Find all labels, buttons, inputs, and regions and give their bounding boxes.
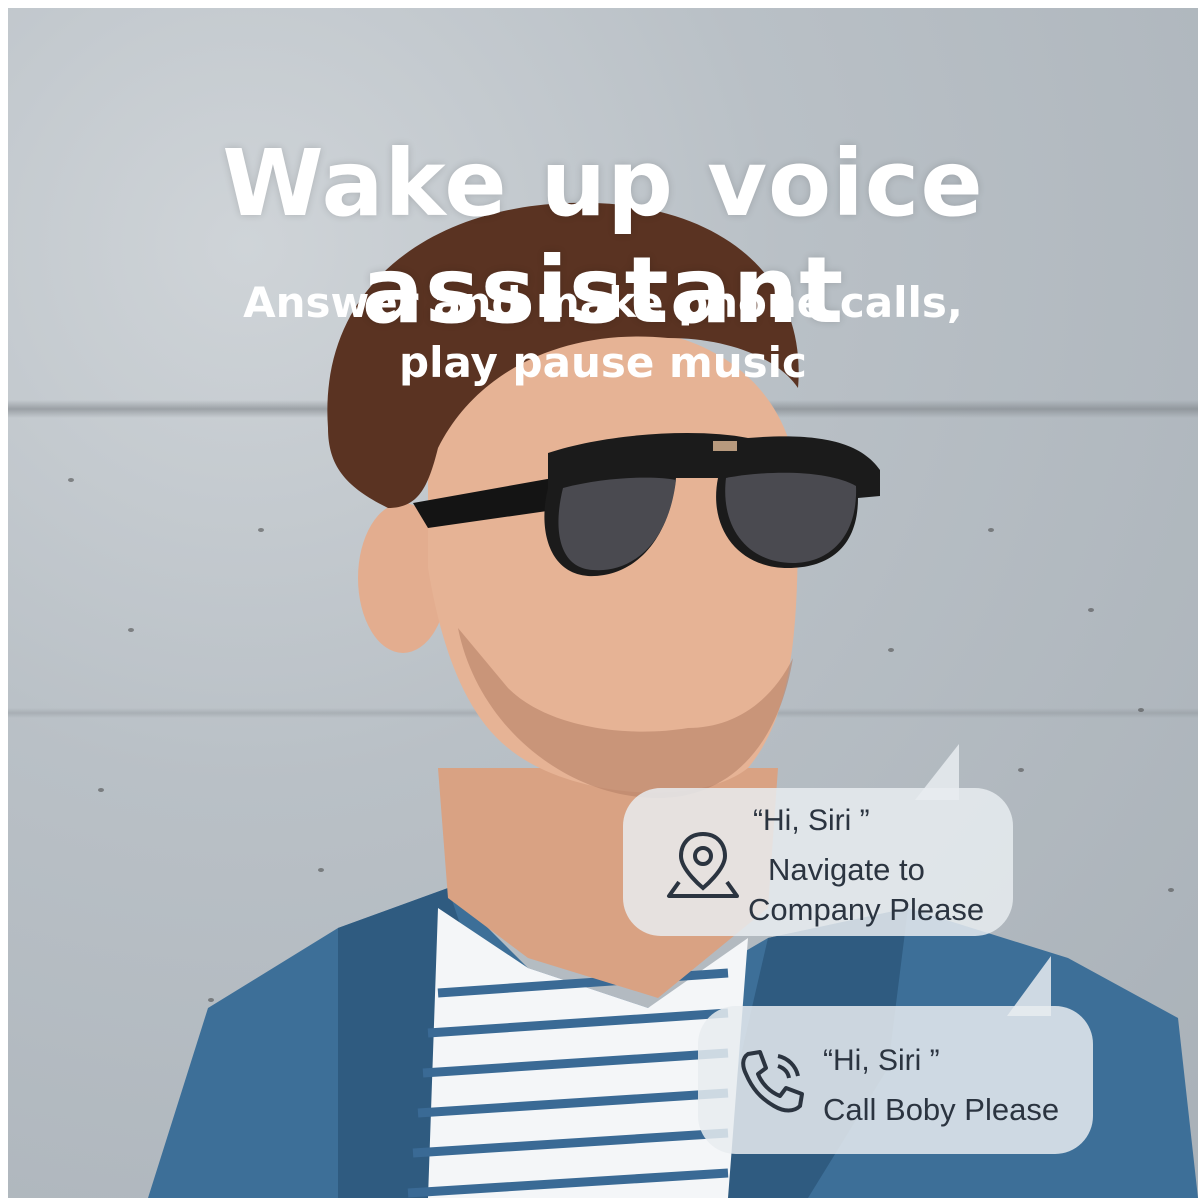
bubble-2-quote: “Hi, Siri ” xyxy=(823,1044,940,1077)
bubble-2-line-1: Call Boby Please xyxy=(823,1092,1060,1127)
product-photo: Wake up voice assistant Answer and make … xyxy=(8,8,1198,1198)
bubble-1-line-2: Company Please xyxy=(748,892,985,927)
subheadline-line-1: Answer and make phone calls, xyxy=(243,278,963,327)
location-pin-icon xyxy=(667,831,739,898)
subheadline-line-2: play pause music xyxy=(399,338,807,387)
bubble-1-quote: “Hi, Siri ” xyxy=(753,804,870,837)
speech-bubble-call: “Hi, Siri ” Call Boby Please xyxy=(698,956,1093,1154)
phone-call-icon xyxy=(741,1050,804,1113)
speech-bubble-navigate: “Hi, Siri ” Navigate to Company Please xyxy=(623,744,1013,936)
bubble-1-line-1: Navigate to xyxy=(768,852,925,887)
